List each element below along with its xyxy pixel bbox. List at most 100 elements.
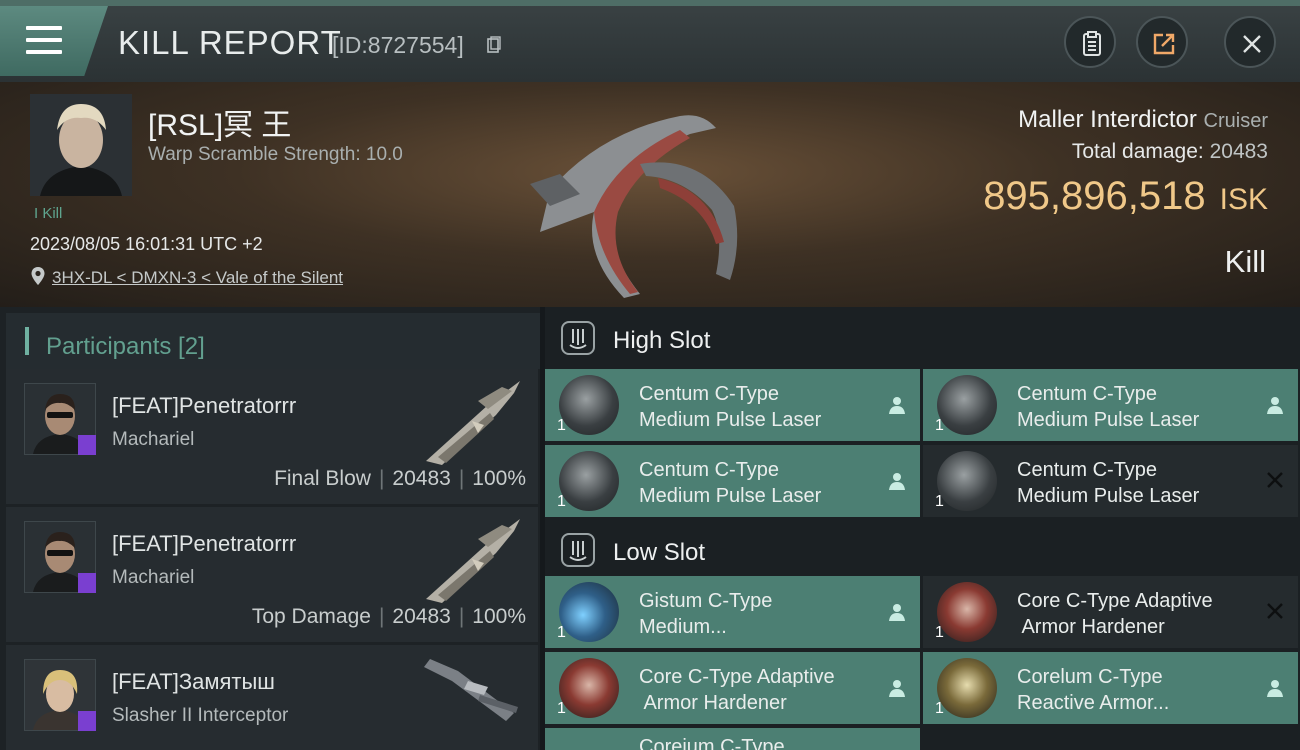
module-name: Centum C-Type Medium Pulse Laser <box>639 383 822 431</box>
isk-unit: ISK <box>1219 183 1268 216</box>
total-damage-label: Total damage: <box>1071 140 1204 163</box>
copy-icon[interactable] <box>487 36 501 54</box>
module-name: Core C-Type Adaptive Armor Hardener <box>639 666 835 714</box>
module-quantity: 1 <box>935 493 944 510</box>
ship-name: Maller Interdictor <box>1018 106 1197 133</box>
module-name: Centum C-Type Medium Pulse Laser <box>1017 383 1200 431</box>
module-name: Core C-Type Adaptive Armor Hardener <box>1017 590 1213 638</box>
low-slot-label: Low Slot <box>613 539 706 566</box>
participants-title: Participants [2] <box>46 333 205 360</box>
pulse-laser-icon <box>559 451 619 511</box>
capacitor-module-icon <box>559 582 619 642</box>
implant-badge <box>78 435 96 455</box>
dropped-person-icon <box>889 680 905 697</box>
module-name: Gistum C-Type Medium... <box>639 590 773 638</box>
pulse-laser-icon <box>559 375 619 435</box>
share-icon <box>1153 33 1175 55</box>
dropped-person-icon <box>1267 680 1283 697</box>
close-button[interactable] <box>1224 16 1276 68</box>
module-quantity: 1 <box>935 700 944 717</box>
kill-result: Kill <box>1224 244 1266 279</box>
module-item[interactable]: 1 Corelum C-Type Reactive Armor... <box>923 652 1298 724</box>
high-slot-icon <box>561 321 595 355</box>
ship-class: Cruiser <box>1203 110 1268 132</box>
dropped-person-icon <box>889 473 905 490</box>
module-quantity: 1 <box>557 700 566 717</box>
victim-portrait[interactable] <box>30 94 132 196</box>
total-damage-value: 20483 <box>1209 140 1268 163</box>
pulse-laser-icon <box>937 375 997 435</box>
module-item[interactable]: 1 Centum C-Type Medium Pulse Laser <box>923 445 1298 517</box>
module-item[interactable]: 1 Centum C-Type Medium Pulse Laser <box>545 445 920 517</box>
module-quantity: 1 <box>557 493 566 510</box>
participant-row[interactable]: [FEAT]Замятыш Slasher II Interceptor <box>6 645 538 750</box>
destroyed-x-icon <box>1267 472 1283 488</box>
module-item[interactable]: 1 Gistum C-Type Medium... <box>545 576 920 648</box>
participant-ship-image <box>426 381 520 465</box>
high-slot-header: High Slot <box>545 307 1300 369</box>
participant-row[interactable]: [FEAT]Penetratorrr Machariel Final Blow |… <box>6 369 538 504</box>
high-slot-label: High Slot <box>613 327 711 354</box>
participant-row[interactable]: [FEAT]Penetratorrr Machariel Top Damage |… <box>6 507 538 642</box>
share-button[interactable] <box>1136 16 1188 68</box>
implant-badge <box>78 711 96 731</box>
participant-stats: Final Blow | 20483 | 100% <box>274 467 526 490</box>
location-pin-icon <box>31 267 45 285</box>
participant-damage: 20483 <box>392 605 451 628</box>
participants-panel: Participants [2] [FEAT]Penetratorrr Mach… <box>0 307 540 750</box>
participant-name: [FEAT]Penetratorrr <box>112 531 297 556</box>
menu-button[interactable] <box>0 6 108 76</box>
participant-name: [FEAT]Penetratorrr <box>112 393 297 418</box>
module-item[interactable]: 1 Centum C-Type Medium Pulse Laser <box>545 369 920 441</box>
module-item[interactable]: 1 Centum C-Type Medium Pulse Laser <box>923 369 1298 441</box>
module-quantity: 1 <box>557 417 566 434</box>
module-quantity: 1 <box>557 624 566 641</box>
participant-role: Final Blow <box>274 467 371 490</box>
participant-ship: Machariel <box>112 429 195 450</box>
participant-ship: Machariel <box>112 567 195 588</box>
kill-timestamp: 2023/08/05 16:01:31 UTC +2 <box>30 234 263 254</box>
total-damage: Total damage: 20483 <box>1072 140 1268 164</box>
participant-role: Top Damage <box>251 605 371 628</box>
module-quantity: 1 <box>935 624 944 641</box>
kill-location-link[interactable]: 3HX-DL < DMXN-3 < Vale of the Silent <box>52 268 343 288</box>
module-item[interactable]: 1 Core C-Type Adaptive Armor Hardener <box>923 576 1298 648</box>
module-item-partial[interactable]: Coreium C-Type <box>545 728 920 750</box>
module-name: Coreium C-Type <box>639 736 785 750</box>
participant-stats: Top Damage | 20483 | 100% <box>251 605 526 628</box>
kill-count: I Kill <box>34 205 63 222</box>
kill-id: [ID:8727554] <box>332 32 464 58</box>
participant-damage: 20483 <box>392 467 451 490</box>
module-quantity: 1 <box>935 417 944 434</box>
participant-ship: Slasher II Interceptor <box>112 705 289 726</box>
kill-summary: [RSL]冥 王 Warp Scramble Strength: 10.0 I … <box>0 82 1300 307</box>
fittings-panel: High Slot 1 Centum C-Type Medium Pulse L… <box>545 307 1300 750</box>
clipboard-icon <box>1083 31 1101 56</box>
clipboard-button[interactable] <box>1064 16 1116 68</box>
module-name: Centum C-Type Medium Pulse Laser <box>1017 459 1200 507</box>
armor-hardener-icon <box>937 582 997 642</box>
module-name: Corelum C-Type Reactive Armor... <box>1017 666 1170 714</box>
armor-hardener-icon <box>559 658 619 718</box>
top-bar: KILL REPORT [ID:8727554] <box>0 0 1300 82</box>
victim-ship-image <box>530 115 738 298</box>
destroyed-x-icon <box>1267 603 1283 619</box>
dropped-person-icon <box>1267 397 1283 414</box>
module-item[interactable]: 1 Core C-Type Adaptive Armor Hardener <box>545 652 920 724</box>
participant-name: [FEAT]Замятыш <box>112 669 275 694</box>
implant-badge <box>78 573 96 593</box>
victim-ship[interactable]: Maller Interdictor Cruiser <box>1018 106 1268 134</box>
pulse-laser-icon <box>937 451 997 511</box>
dropped-person-icon <box>889 397 905 414</box>
warp-scramble-strength: Warp Scramble Strength: 10.0 <box>148 144 403 165</box>
participants-header: Participants [2] <box>6 313 540 369</box>
victim-name: [RSL]冥 王 <box>148 109 292 142</box>
reactive-armor-icon <box>937 658 997 718</box>
participant-percent: 100% <box>472 605 526 628</box>
close-icon <box>1243 35 1261 53</box>
isk-amount: 895,896,518 <box>983 174 1206 218</box>
participant-ship-image <box>426 519 520 603</box>
low-slot-icon <box>561 533 595 567</box>
low-slot-header: Low Slot <box>545 519 1300 581</box>
module-name: Centum C-Type Medium Pulse Laser <box>639 459 822 507</box>
